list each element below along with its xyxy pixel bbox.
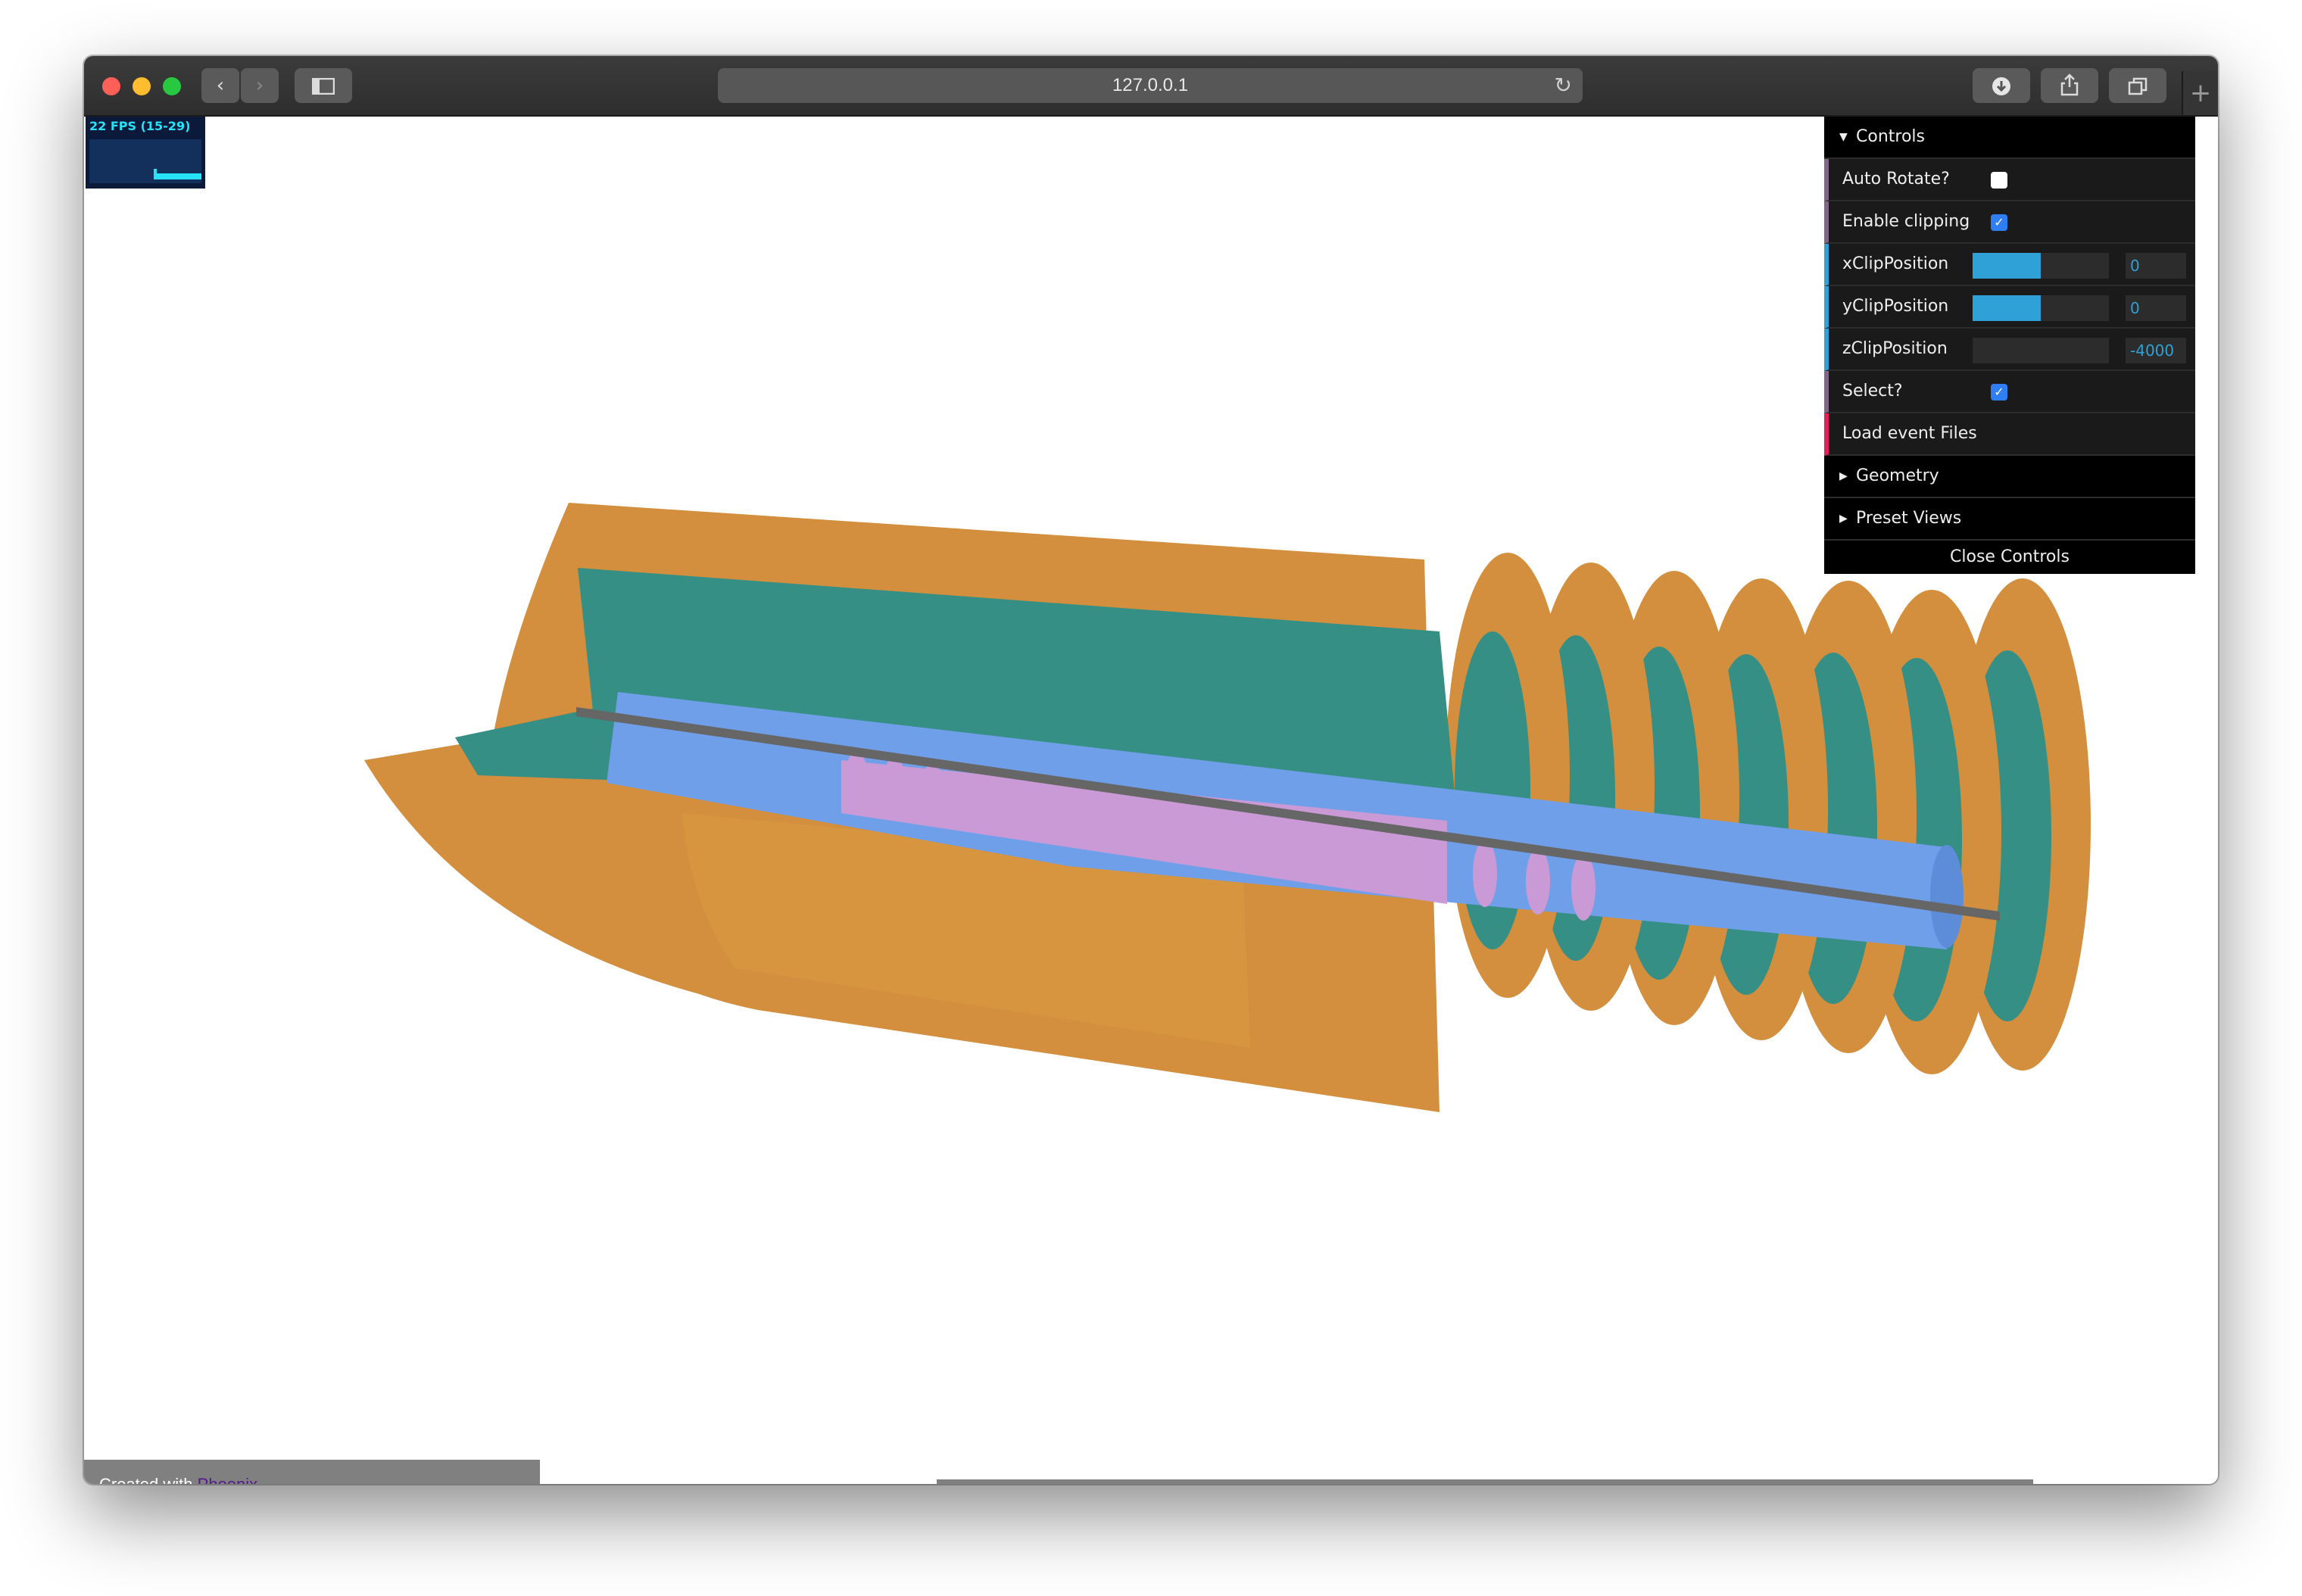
sidebar-icon[interactable] [295,68,352,103]
controls-folder-header[interactable]: ▼ Controls [1824,117,2195,159]
fps-label: 22 FPS (15-29) [89,119,191,133]
auto-rotate-label: Auto Rotate? [1842,170,1950,189]
z-clip-input[interactable]: -4000 [2126,338,2186,363]
y-clip-input[interactable]: 0 [2126,295,2186,321]
back-icon[interactable]: ‹ [201,68,239,103]
enable-clipping-label: Enable clipping [1842,212,1970,231]
address-text: 127.0.0.1 [1112,75,1189,95]
x-clip-slider-fill [1973,253,2041,279]
tabs-icon[interactable] [2109,68,2166,103]
detector-viewport[interactable]: 22 FPS (15-29) ▼ Controls Auto Rotate? En… [84,117,2218,1484]
browser-toolbar: ‹ › 127.0.0.1 ↻ + [84,56,2218,117]
forward-icon[interactable]: › [241,68,279,103]
tracker-barrel-end [1930,845,1964,948]
auto-rotate-row[interactable]: Auto Rotate? [1824,159,2195,201]
select-checkbox[interactable]: ✓ [1991,384,2007,401]
enable-clipping-checkbox[interactable]: ✓ [1991,214,2007,231]
preset-views-label: Preset Views [1856,509,1962,528]
caret-right-icon: ▶ [1839,470,1848,482]
controls-title: Controls [1856,127,1925,146]
share-icon[interactable] [2041,68,2098,103]
x-clip-input[interactable]: 0 [2126,253,2186,279]
y-clip-label: yClipPosition [1842,297,1949,316]
close-window-button[interactable] [102,77,120,95]
z-clip-label: zClipPosition [1842,339,1948,358]
new-tab-icon[interactable]: + [2182,71,2218,115]
geometry-folder-header[interactable]: ▶ Geometry [1824,456,2195,498]
download-icon[interactable] [1973,68,2030,103]
select-row[interactable]: Select? ✓ [1824,371,2195,413]
reload-icon[interactable]: ↻ [1555,68,1572,103]
x-clip-row: xClipPosition 0 [1824,244,2195,286]
zoom-window-button[interactable] [163,77,181,95]
browser-window: ‹ › 127.0.0.1 ↻ + 22 FPS (15-29) ▼ Contr… [84,56,2218,1484]
z-clip-row: zClipPosition -4000 [1824,329,2195,371]
caret-right-icon: ▶ [1839,513,1848,525]
y-clip-row: yClipPosition 0 [1824,286,2195,329]
minimize-window-button[interactable] [133,77,151,95]
caret-down-icon: ▼ [1839,131,1848,143]
fps-graph-bar [154,173,201,179]
enable-clipping-row[interactable]: Enable clipping ✓ [1824,201,2195,244]
y-clip-slider[interactable] [1973,295,2109,321]
controls-panel: ▼ Controls Auto Rotate? Enable clipping ✓… [1824,117,2195,574]
load-event-files-button[interactable]: Load event Files [1824,413,2195,456]
created-with-text: Created with [99,1475,193,1484]
x-clip-slider[interactable] [1973,253,2109,279]
select-label: Select? [1842,382,1903,401]
z-clip-slider[interactable] [1973,338,2109,363]
bottom-info-bar [937,1479,2033,1484]
address-bar[interactable]: 127.0.0.1 ↻ [718,68,1583,103]
close-controls-button[interactable]: Close Controls [1824,541,2195,574]
auto-rotate-checkbox[interactable] [1991,172,2007,189]
fps-stats-panel[interactable]: 22 FPS (15-29) [86,117,205,189]
fps-graph [89,139,201,183]
geometry-label: Geometry [1856,466,1939,485]
y-clip-slider-fill [1973,295,2041,321]
created-with-footer: Created with Phoenix [84,1460,540,1484]
load-event-files-label: Load event Files [1842,424,1977,443]
preset-views-folder-header[interactable]: ▶ Preset Views [1824,498,2195,541]
phoenix-link[interactable]: Phoenix [198,1475,258,1484]
x-clip-label: xClipPosition [1842,254,1949,273]
